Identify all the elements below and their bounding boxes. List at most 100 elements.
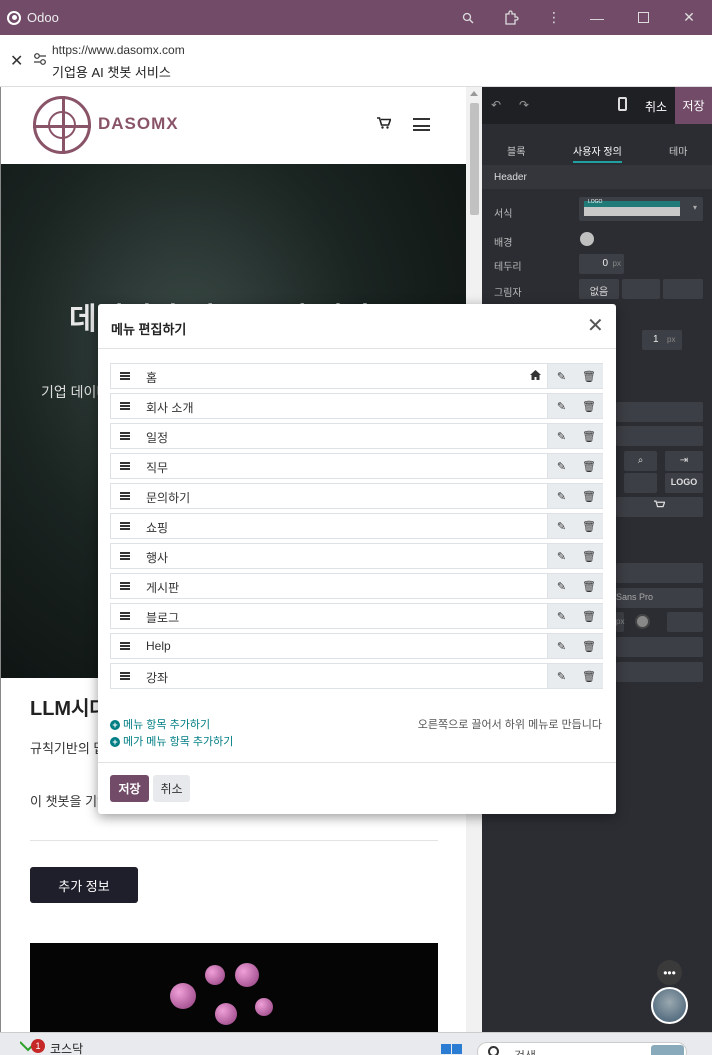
page-url[interactable]: https://www.dasomx.com	[52, 43, 185, 57]
text-align-select[interactable]	[667, 612, 703, 632]
modal-close-icon[interactable]: ✕	[587, 316, 604, 336]
editor-toolbar: ↶ ↷ 취소 저장	[482, 87, 712, 124]
delete-icon[interactable]: 🗑	[575, 544, 603, 568]
menu-item-row: 일정 ✎ 🗑	[110, 423, 603, 449]
edit-icon[interactable]: ✎	[547, 544, 575, 568]
signin-toggle-icon[interactable]: ⇥	[665, 451, 703, 471]
drag-hint-text: 오른쪽으로 끌어서 하위 메뉴로 만듭니다	[417, 719, 602, 731]
site-settings-icon[interactable]	[33, 52, 47, 66]
drag-handle-icon[interactable]	[111, 634, 138, 658]
taskbar-search[interactable]: 검색	[477, 1042, 687, 1055]
shadow-inset-button[interactable]	[663, 279, 703, 299]
edit-icon[interactable]: ✎	[547, 664, 575, 688]
header-option-select-1[interactable]	[616, 402, 703, 422]
minimize-icon[interactable]: —	[574, 0, 620, 35]
more-info-button[interactable]: 추가 정보	[30, 867, 138, 903]
redo-icon[interactable]: ↷	[519, 98, 529, 112]
format-select[interactable]: LOGO ▾	[579, 197, 703, 221]
drag-handle-icon[interactable]	[111, 394, 138, 418]
custom-tab-urlbar: ✕ https://www.dasomx.com 기업용 AI 챗봇 서비스	[0, 35, 712, 87]
cta-toggle-icon[interactable]	[624, 473, 657, 493]
edit-icon[interactable]: ✎	[547, 454, 575, 478]
more-vert-icon[interactable]: ⋮	[534, 0, 574, 35]
edit-icon[interactable]: ✎	[547, 424, 575, 448]
edit-icon[interactable]: ✎	[547, 514, 575, 538]
window-title: Odoo	[27, 10, 59, 25]
drag-handle-icon[interactable]	[111, 484, 138, 508]
menu-item-label: 일정	[146, 431, 169, 445]
maximize-icon[interactable]	[620, 0, 666, 35]
delete-icon[interactable]: 🗑	[575, 454, 603, 478]
delete-icon[interactable]: 🗑	[575, 394, 603, 418]
edit-icon[interactable]: ✎	[547, 484, 575, 508]
cancel-button[interactable]: 취소	[153, 775, 190, 802]
tab-blocks[interactable]: 블록	[507, 143, 525, 158]
font-color-swatch[interactable]	[635, 614, 650, 629]
more-options-icon[interactable]: •••	[657, 960, 682, 985]
delete-icon[interactable]: 🗑	[575, 634, 603, 658]
shadow-outset-button[interactable]	[622, 279, 660, 299]
close-tab-icon[interactable]: ✕	[10, 51, 23, 71]
hamburger-menu-icon[interactable]	[413, 118, 430, 131]
editor-cancel-button[interactable]: 취소	[645, 98, 667, 115]
editor-tabs: 블록 사용자 정의 테마	[482, 137, 712, 163]
cart-toggle-icon[interactable]	[616, 497, 703, 517]
font-size-input[interactable]: px	[616, 612, 624, 632]
editor-save-button[interactable]: 저장	[675, 87, 712, 124]
drag-handle-icon[interactable]	[111, 424, 138, 448]
zoom-icon[interactable]	[448, 0, 488, 35]
drag-handle-icon[interactable]	[111, 454, 138, 478]
search-toggle-icon[interactable]: ⌕	[624, 451, 657, 471]
tab-theme[interactable]: 테마	[669, 143, 687, 158]
menu-item-label: 홈	[146, 371, 158, 385]
header-option-select-2[interactable]	[616, 426, 703, 446]
mobile-preview-icon[interactable]	[618, 97, 627, 111]
add-mega-menu-item-link[interactable]: + 메가 메뉴 항목 추가하기	[110, 733, 233, 749]
scrollbar-thumb[interactable]	[470, 103, 479, 215]
font-select-3[interactable]	[616, 662, 703, 682]
drag-handle-icon[interactable]	[111, 604, 138, 628]
shadow-none-button[interactable]: 없음	[579, 279, 619, 299]
drag-handle-icon[interactable]	[111, 514, 138, 538]
font-select-2[interactable]	[616, 637, 703, 657]
logo-toggle-button[interactable]: LOGO	[665, 473, 703, 493]
dasomx-logo-icon[interactable]	[33, 96, 91, 154]
close-window-icon[interactable]: ✕	[666, 0, 712, 35]
page-title: 기업용 AI 챗봇 서비스	[52, 65, 171, 80]
taskbar-app-label[interactable]: 코스닥	[50, 1040, 83, 1055]
windows-start-icon[interactable]	[441, 1044, 463, 1055]
molecule-image	[30, 943, 438, 1032]
edit-icon[interactable]: ✎	[547, 574, 575, 598]
format-label: 서식	[494, 209, 513, 220]
delete-icon[interactable]: 🗑	[575, 484, 603, 508]
border-input[interactable]: 0 px	[579, 254, 624, 274]
edit-icon[interactable]: ✎	[547, 394, 575, 418]
drag-handle-icon[interactable]	[111, 664, 138, 688]
edit-icon[interactable]: ✎	[547, 604, 575, 628]
background-color-swatch[interactable]	[580, 232, 594, 246]
edit-icon[interactable]: ✎	[547, 634, 575, 658]
delete-icon[interactable]: 🗑	[575, 664, 603, 688]
drag-handle-icon[interactable]	[111, 544, 138, 568]
delete-icon[interactable]: 🗑	[575, 424, 603, 448]
font-family-select[interactable]: Sans Pro	[616, 588, 703, 608]
add-menu-item-link[interactable]: + 메뉴 항목 추가하기	[110, 716, 210, 732]
extension-icon[interactable]	[488, 0, 534, 35]
delete-icon[interactable]: 🗑	[575, 364, 603, 388]
border-width-input[interactable]: 1 px	[642, 330, 682, 350]
font-select-1[interactable]	[616, 563, 703, 583]
cart-icon[interactable]	[377, 117, 392, 132]
drag-handle-icon[interactable]	[111, 364, 138, 388]
chat-avatar[interactable]	[651, 987, 688, 1024]
delete-icon[interactable]: 🗑	[575, 574, 603, 598]
delete-icon[interactable]: 🗑	[575, 514, 603, 538]
menu-item-label: 직무	[146, 461, 169, 475]
tab-customize[interactable]: 사용자 정의	[573, 143, 622, 163]
drag-handle-icon[interactable]	[111, 574, 138, 598]
delete-icon[interactable]: 🗑	[575, 604, 603, 628]
site-logo-text[interactable]: DASOMX	[98, 114, 179, 134]
save-button[interactable]: 저장	[110, 775, 149, 802]
modal-title: 메뉴 편집하기	[111, 322, 187, 337]
undo-icon[interactable]: ↶	[491, 98, 501, 112]
edit-icon[interactable]: ✎	[547, 364, 575, 388]
